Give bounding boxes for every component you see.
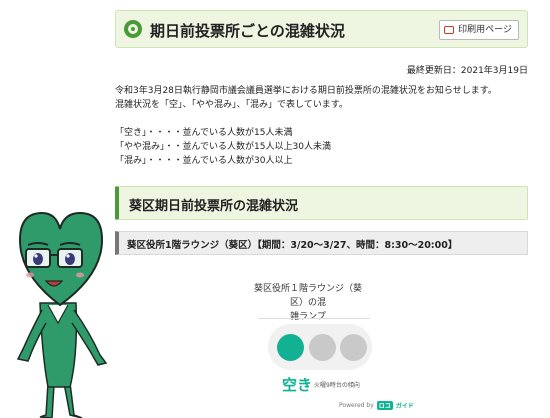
brand-logo-part-a: ロコ — [376, 401, 393, 410]
venue-heading-banner: 葵区役所1階ラウンジ（葵区）【期間：3/20～3/27、時間：8:30～20:0… — [115, 231, 528, 255]
powered-by-credit[interactable]: Powered by ロコ ガイド — [339, 401, 414, 410]
venue-heading: 葵区役所1階ラウンジ（葵区）【期間：3/20～3/27、時間：8:30～20:0… — [127, 240, 458, 251]
lamp-crowded — [340, 334, 367, 361]
last-updated-date: 最終更新日：2021年3月19日 — [406, 66, 528, 76]
widget-title-line: 葵区役所１階ラウンジ（葵区）の混 — [253, 284, 362, 308]
intro-line: 令和3年3月28日執行静岡市議会議員選挙における期日前投票所の混雑状況をお知らせ… — [115, 86, 497, 96]
widget-title-line: 雑ランプ — [290, 312, 326, 322]
level-item-vacant: 「空き」・・・・並んでいる人数が15人未満 — [115, 128, 293, 138]
print-page-button[interactable]: 印刷用ページ — [439, 20, 519, 40]
page-title: 期日前投票所ごとの混雑状況 — [150, 22, 345, 40]
level-item-somewhat-crowded: 「やや混み」・・並んでいる人数が15人以上30人未満 — [115, 142, 331, 152]
brand-logo-part-b: ガイド — [395, 403, 414, 410]
intro-text: 令和3年3月28日執行静岡市議会議員選挙における期日前投票所の混雑状況をお知らせ… — [115, 84, 535, 112]
section-heading-banner: 葵区期日前投票所の混雑状況 — [115, 186, 528, 220]
congestion-status: 空き — [282, 376, 313, 394]
section-heading: 葵区期日前投票所の混雑状況 — [129, 199, 299, 214]
congestion-level-legend: 「空き」・・・・並んでいる人数が15人未満 「やや混み」・・並んでいる人数が15… — [115, 126, 331, 168]
powered-by-label: Powered by — [339, 402, 374, 409]
circle-bullet-icon — [124, 20, 142, 38]
congestion-status-note: 火曜9時台の傾向 — [314, 382, 360, 389]
intro-line: 混雑状況を「空」、「やや混み」、「混み」で表しています。 — [115, 100, 348, 110]
lamp-somewhat-crowded — [309, 334, 336, 361]
heart-mascot-illustration — [16, 211, 108, 418]
page-title-banner: 期日前投票所ごとの混雑状況 印刷用ページ — [115, 10, 528, 48]
printer-icon — [444, 26, 455, 34]
level-item-crowded: 「混み」・・・・並んでいる人数が30人以上 — [115, 156, 293, 166]
print-page-label: 印刷用ページ — [458, 25, 512, 35]
lamp-vacant — [277, 334, 304, 361]
widget-divider — [258, 318, 370, 319]
